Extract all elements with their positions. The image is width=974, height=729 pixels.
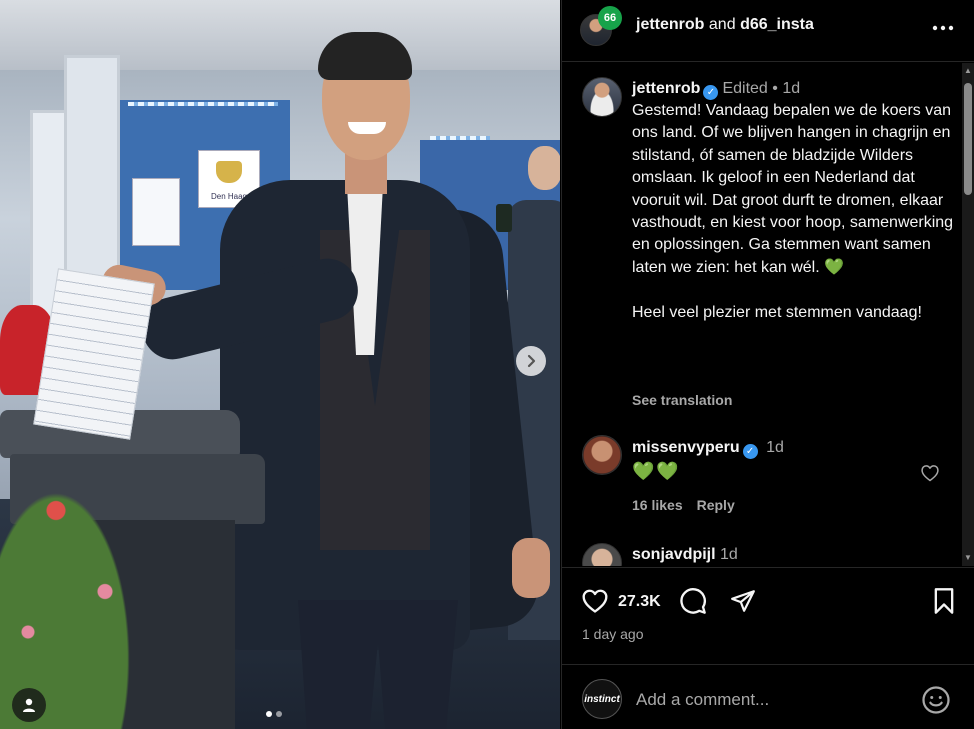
comment-time: 1d — [720, 546, 738, 563]
green-heart-icon: 💚 — [824, 258, 845, 276]
heart-outline-icon — [921, 465, 939, 482]
commenter-avatar[interactable] — [582, 435, 622, 475]
comment-header: missenvyperu ✓ 1d — [632, 439, 784, 459]
like-count[interactable]: 27.3K — [618, 593, 661, 611]
edited-label: Edited — [722, 80, 768, 97]
caption-time: 1d — [782, 80, 801, 97]
comment-text: 💚💚 — [632, 461, 681, 481]
chevron-right-icon — [527, 354, 536, 368]
comment-time: 1d — [766, 439, 784, 456]
scroll-down-arrow-icon[interactable]: ▼ — [964, 554, 972, 562]
like-button[interactable] — [580, 586, 610, 616]
comment-input[interactable] — [636, 685, 906, 715]
comment-reply-button[interactable]: Reply — [697, 497, 735, 513]
heart-outline-icon — [582, 589, 608, 613]
voter-smile — [348, 122, 386, 134]
paper-plane-icon — [731, 590, 755, 612]
smiley-icon — [922, 686, 950, 714]
caption-paragraph-1: Gestemd! Vandaag bepalen we de koers van… — [632, 102, 954, 276]
comments-scrollbar[interactable]: ▲ ▼ — [962, 63, 974, 566]
carousel-dot — [266, 711, 272, 717]
voter-legs — [298, 600, 458, 729]
commenter-avatar[interactable] — [582, 543, 622, 566]
comment-username[interactable]: sonjavdpijl — [632, 546, 716, 563]
tagged-users-button[interactable] — [12, 688, 46, 722]
post-authors: jettenrob and d66_insta — [636, 16, 814, 34]
add-comment-bar: instinct — [562, 664, 974, 729]
comments-list[interactable]: jettenrob ✓ Edited • 1d Gestemd! Vandaag b… — [562, 63, 974, 566]
comment-header: sonjavdpijl 1d — [632, 546, 738, 564]
user-icon — [23, 698, 35, 712]
comment-button[interactable] — [678, 586, 708, 616]
bookmark-icon — [934, 588, 954, 614]
verified-badge-icon: ✓ — [742, 444, 758, 459]
author-username[interactable]: jettenrob — [636, 16, 704, 33]
comment-meta: 16 likes Reply — [632, 497, 735, 513]
comment-likes[interactable]: 16 likes — [632, 497, 683, 513]
post-actions: 27.3K 1 day ago — [562, 567, 974, 663]
verified-badge-icon: ✓ — [703, 85, 719, 100]
see-translation-link[interactable]: See translation — [632, 392, 732, 408]
scroll-up-arrow-icon[interactable]: ▲ — [964, 67, 972, 75]
emoji-button[interactable] — [921, 685, 951, 715]
caption-text: Gestemd! Vandaag bepalen we de koers van… — [632, 100, 954, 324]
more-options-button[interactable] — [929, 14, 957, 42]
post-date[interactable]: 1 day ago — [582, 626, 644, 642]
scrollbar-thumb[interactable] — [964, 83, 972, 195]
voter-hair — [318, 32, 412, 80]
caption-username[interactable]: jettenrob — [632, 80, 700, 97]
post-side-panel: 66 jettenrob and d66_insta jettenrob ✓ Edi… — [561, 0, 974, 729]
next-photo-button[interactable] — [516, 346, 546, 376]
coauthor-badge[interactable]: 66 — [598, 6, 622, 30]
carousel-dot — [276, 711, 282, 717]
speech-bubble-icon — [680, 588, 706, 614]
ellipsis-icon — [932, 25, 954, 31]
save-button[interactable] — [929, 586, 959, 616]
caption-paragraph-2: Heel veel plezier met stemmen vandaag! — [632, 303, 922, 321]
coauthor-username[interactable]: d66_insta — [740, 16, 814, 33]
separator-dot: • — [772, 80, 778, 97]
post-header: 66 jettenrob and d66_insta — [562, 0, 974, 62]
comment-like-button[interactable] — [920, 463, 942, 485]
post-photo[interactable]: Den Haag — [0, 0, 560, 729]
caption-header: jettenrob ✓ Edited • 1d — [632, 80, 800, 100]
current-user-avatar: instinct — [582, 679, 622, 719]
authors-conjunction: and — [708, 16, 736, 33]
carousel-dots — [266, 711, 282, 717]
caption-author-avatar[interactable] — [582, 77, 622, 117]
share-button[interactable] — [728, 586, 758, 616]
voter-hand-right — [512, 538, 550, 598]
comment-username[interactable]: missenvyperu — [632, 439, 740, 456]
